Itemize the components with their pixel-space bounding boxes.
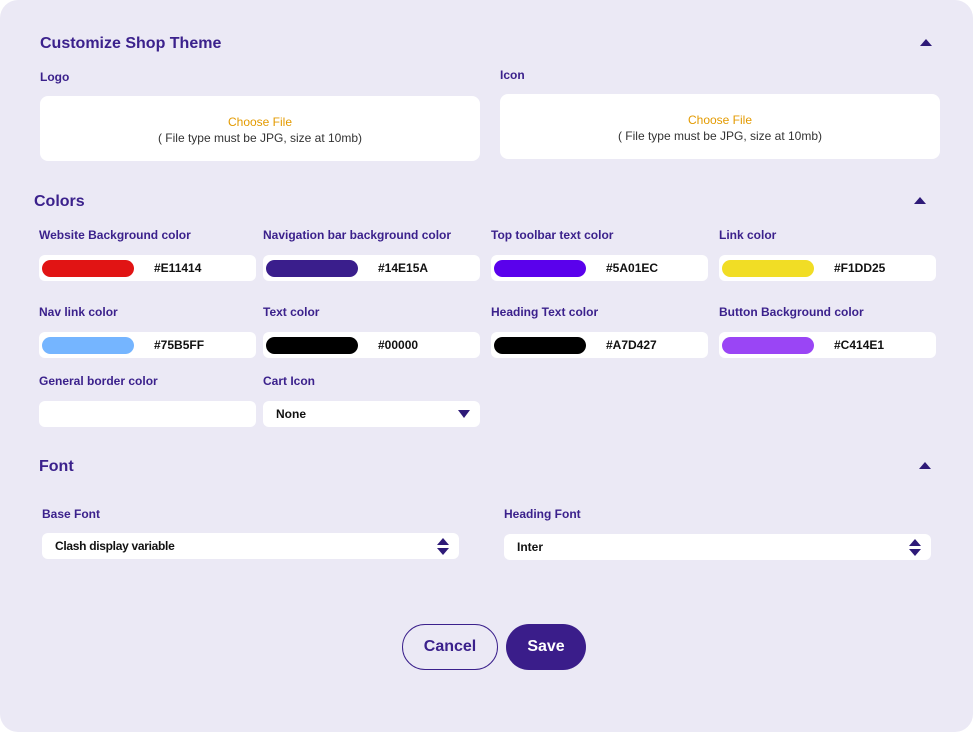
collapse-colors-icon[interactable] — [914, 197, 926, 204]
section-title-font: Font — [39, 458, 74, 475]
color-swatch[interactable] — [494, 336, 586, 354]
updown-arrows-icon — [437, 537, 449, 555]
chevron-down-icon — [458, 410, 470, 418]
cart-icon-select[interactable]: None — [263, 401, 480, 427]
icon-label: Icon — [500, 68, 525, 82]
color-label: Heading Text color — [491, 305, 599, 319]
color-swatch[interactable] — [266, 259, 358, 277]
heading-font-label: Heading Font — [504, 507, 581, 521]
color-hex: #00000 — [378, 338, 419, 352]
color-hex: #14E15A — [378, 261, 429, 275]
color-hex: #F1DD25 — [834, 261, 886, 275]
logo-upload-box[interactable]: Choose File ( File type must be JPG, siz… — [40, 96, 480, 161]
cancel-button[interactable]: Cancel — [402, 624, 498, 670]
color-label: Navigation bar background color — [263, 228, 452, 242]
updown-arrows-icon — [909, 538, 921, 556]
color-label: Text color — [263, 305, 320, 319]
collapse-font-icon[interactable] — [919, 462, 931, 469]
color-hex: #75B5FF — [154, 338, 205, 352]
base-font-select[interactable]: Clash display variable — [42, 533, 459, 559]
logo-file-hint: ( File type must be JPG, size at 10mb) — [157, 131, 363, 145]
color-label: Nav link color — [39, 305, 118, 319]
color-hex: #A7D427 — [606, 338, 657, 352]
general-border-color-input[interactable] — [39, 401, 256, 427]
color-swatch[interactable] — [494, 259, 586, 277]
color-swatch[interactable] — [42, 259, 134, 277]
icon-file-hint: ( File type must be JPG, size at 10mb) — [617, 129, 823, 143]
icon-choose-file[interactable]: Choose File — [500, 113, 940, 127]
heading-font-value: Inter — [517, 540, 544, 554]
general-border-color-label: General border color — [39, 374, 158, 388]
icon-upload-box[interactable]: Choose File ( File type must be JPG, siz… — [500, 94, 940, 159]
color-field-text[interactable]: #00000 — [263, 332, 480, 358]
base-font-value: Clash display variable — [55, 539, 175, 553]
color-field-navigation-bar-background[interactable]: #14E15A — [263, 255, 480, 281]
color-swatch[interactable] — [722, 336, 814, 354]
color-field-button-background[interactable]: #C414E1 — [719, 332, 936, 358]
color-field-top-toolbar-text[interactable]: #5A01EC — [491, 255, 708, 281]
theme-settings-panel: Customize Shop Theme Logo Choose File ( … — [0, 0, 973, 732]
color-label: Top toolbar text color — [491, 228, 614, 242]
logo-choose-file[interactable]: Choose File — [40, 115, 480, 129]
color-hex: #C414E1 — [834, 338, 885, 352]
color-hex: #5A01EC — [606, 261, 659, 275]
save-button[interactable]: Save — [506, 624, 586, 670]
logo-label: Logo — [40, 70, 70, 84]
color-label: Button Background color — [719, 305, 864, 319]
color-swatch[interactable] — [722, 259, 814, 277]
color-field-link[interactable]: #F1DD25 — [719, 255, 936, 281]
collapse-theme-icon[interactable] — [920, 39, 932, 46]
section-title-colors: Colors — [34, 193, 85, 210]
base-font-label: Base Font — [42, 507, 101, 521]
color-swatch[interactable] — [266, 336, 358, 354]
color-field-heading-text[interactable]: #A7D427 — [491, 332, 708, 358]
color-field-nav-link[interactable]: #75B5FF — [39, 332, 256, 358]
cart-icon-value: None — [276, 407, 306, 421]
cart-icon-label: Cart Icon — [263, 374, 316, 388]
color-field-website-background[interactable]: #E11414 — [39, 255, 256, 281]
section-title-theme: Customize Shop Theme — [40, 35, 222, 52]
color-label: Website Background color — [39, 228, 191, 242]
color-label: Link color — [719, 228, 777, 242]
color-swatch[interactable] — [42, 336, 134, 354]
heading-font-select[interactable]: Inter — [504, 534, 931, 560]
color-hex: #E11414 — [154, 261, 202, 275]
